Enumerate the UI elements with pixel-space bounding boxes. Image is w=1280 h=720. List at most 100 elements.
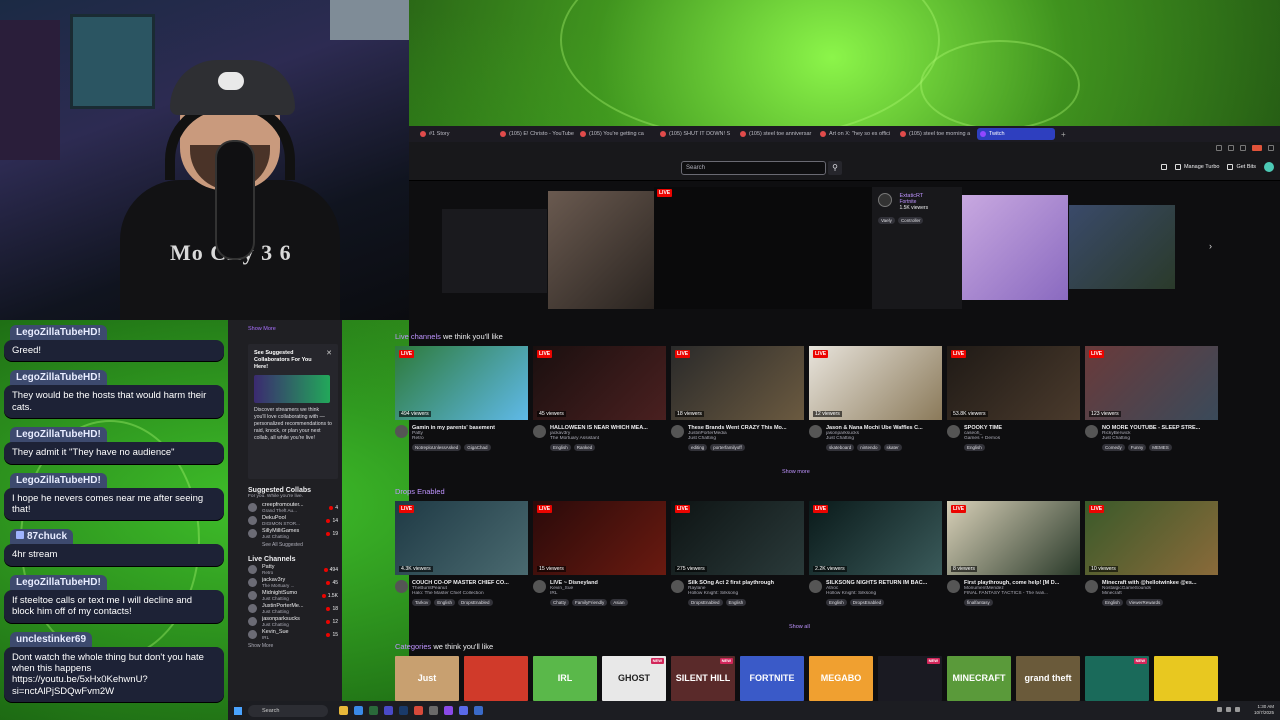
stream-tag[interactable]: GigaChad: [464, 444, 491, 451]
browser-tab[interactable]: (105) steel toe anniversar: [737, 128, 815, 140]
stream-card[interactable]: LIVE 45 viewers HALLOWEEN IS NEAR WHICH ME…: [533, 346, 666, 451]
channel-avatar[interactable]: [533, 425, 546, 438]
stream-tag[interactable]: porterfamilyoff: [710, 444, 745, 451]
browser-tab[interactable]: Art on X: "hey so es offici: [817, 128, 895, 140]
stream-card[interactable]: LIVE 2.2K viewers SILKSONG NIGHTS RETURN I…: [809, 501, 942, 606]
browser-tab[interactable]: (105) steel toe morning a: [897, 128, 975, 140]
browser-app-icon[interactable]: [354, 706, 363, 715]
game-name[interactable]: Just Chatting: [1102, 436, 1218, 441]
game-name[interactable]: Retro: [412, 436, 528, 441]
category-tile[interactable]: MEGABO: [809, 656, 873, 701]
carousel-tag[interactable]: Vaely: [878, 217, 895, 224]
menu-icon[interactable]: [1268, 145, 1274, 151]
category-tile[interactable]: NEW: [878, 656, 942, 701]
channel-avatar[interactable]: [947, 580, 960, 593]
channel-avatar[interactable]: [809, 425, 822, 438]
show-all-button[interactable]: Show all: [789, 624, 810, 630]
file-explorer-icon[interactable]: [339, 706, 348, 715]
app-icon[interactable]: [414, 706, 423, 715]
section-title-link[interactable]: Live channels: [395, 332, 441, 341]
stream-tag[interactable]: editing: [688, 444, 708, 451]
download-icon[interactable]: [1240, 145, 1246, 151]
game-name[interactable]: Hollow Knight: Silksong: [826, 591, 942, 596]
carousel-featured-player[interactable]: [654, 187, 872, 309]
category-tile[interactable]: SILENT HILL NEW: [671, 656, 735, 701]
category-tile[interactable]: [464, 656, 528, 701]
category-tile[interactable]: IRL: [533, 656, 597, 701]
carousel-item[interactable]: [1069, 205, 1175, 289]
carousel-item[interactable]: [548, 191, 654, 309]
stream-thumbnail[interactable]: LIVE 123 viewers: [1085, 346, 1218, 420]
sidebar-channel[interactable]: JustinPorterMe... Just Chatting 18: [228, 602, 342, 615]
tray-icon[interactable]: [1226, 707, 1231, 712]
channel-avatar[interactable]: [533, 580, 546, 593]
stream-tag[interactable]: Chatty: [550, 599, 570, 606]
stream-title[interactable]: SILKSONG NIGHTS RETURN IM BAC...: [826, 580, 942, 586]
stream-tag[interactable]: English: [964, 444, 985, 451]
app-icon[interactable]: [444, 706, 453, 715]
stream-tag[interactable]: skater: [883, 444, 902, 451]
browser-tab[interactable]: (105) You're getting ca: [577, 128, 655, 140]
category-tile[interactable]: FORTNITE: [740, 656, 804, 701]
chat-username[interactable]: LegoZillaTubeHD!: [10, 370, 107, 386]
browser-tab[interactable]: Twitch: [977, 128, 1055, 140]
chat-username[interactable]: LegoZillaTubeHD!: [10, 325, 107, 340]
stream-tag[interactable]: DropsEnabled: [458, 599, 493, 606]
see-all-suggested-link[interactable]: See All Suggested: [228, 540, 342, 548]
stream-tag[interactable]: DropsEnabled: [688, 599, 723, 606]
channel-avatar[interactable]: [878, 193, 892, 207]
stream-thumbnail[interactable]: LIVE 18 viewers: [671, 346, 804, 420]
app-icon[interactable]: [429, 706, 438, 715]
stream-tag[interactable]: NotreploUnlessAsked: [412, 444, 462, 451]
category-tile[interactable]: MINECRAFT: [947, 656, 1011, 701]
carousel-item[interactable]: [442, 209, 547, 293]
stream-thumbnail[interactable]: LIVE 8 viewers: [947, 501, 1080, 575]
stream-tag[interactable]: DropsEnabled: [849, 599, 885, 606]
channel-avatar[interactable]: [671, 580, 684, 593]
game-name[interactable]: Hollow Knight: Silksong: [688, 591, 804, 596]
carousel-item[interactable]: [962, 195, 1068, 300]
channel-avatar[interactable]: [1085, 580, 1098, 593]
chat-username[interactable]: LegoZillaTubeHD!: [10, 574, 107, 590]
stream-tag[interactable]: nintendo: [857, 444, 881, 451]
stream-card[interactable]: LIVE 10 viewers Minecraft with @hellotwink…: [1085, 501, 1218, 606]
channel-avatar[interactable]: [809, 580, 822, 593]
stream-tag[interactable]: English: [550, 444, 571, 451]
discord-icon[interactable]: [459, 706, 468, 715]
stream-tag[interactable]: English: [826, 599, 847, 606]
profile-icon[interactable]: [1252, 145, 1262, 151]
stream-card[interactable]: LIVE 53.8K viewers SPOOKY TIME caseoh_ Games…: [947, 346, 1080, 451]
channel-avatar[interactable]: [947, 425, 960, 438]
section-title-link[interactable]: Drops Enabled: [395, 487, 445, 496]
stream-tag[interactable]: MEMES: [1149, 444, 1172, 451]
channel-avatar[interactable]: [395, 580, 408, 593]
bookmark-icon[interactable]: [1228, 145, 1234, 151]
game-name[interactable]: The Mortuary Assistant: [550, 436, 666, 441]
stream-card[interactable]: LIVE 4.3K viewers COUCH CO-OP MASTER CHIEF…: [395, 501, 528, 606]
user-avatar[interactable]: [1264, 162, 1274, 172]
stream-thumbnail[interactable]: LIVE 2.2K viewers: [809, 501, 942, 575]
game-name[interactable]: Games + Demos: [964, 436, 1080, 441]
chat-username[interactable]: 87chuck: [10, 529, 74, 545]
stream-tag[interactable]: Asian: [610, 599, 628, 606]
browser-tab[interactable]: (105) E! Christo - YouTube: [497, 128, 575, 140]
sidebar-channel[interactable]: SillyMilliGames Just Chatting 19: [228, 527, 342, 540]
sidebar-channel[interactable]: Kevin_Sue IRL 15: [228, 628, 342, 641]
game-name[interactable]: IRL: [550, 591, 666, 596]
stream-thumbnail[interactable]: LIVE 45 viewers: [533, 346, 666, 420]
stream-card[interactable]: LIVE 123 viewers NO MORE YOUTUBE - SLEEP S…: [1085, 346, 1218, 451]
sidebar-channel[interactable]: MidnightSumo Just Chatting 1.5K: [228, 589, 342, 602]
stream-thumbnail[interactable]: LIVE 10 viewers: [1085, 501, 1218, 575]
taskbar-search[interactable]: Search: [248, 704, 328, 717]
get-bits-button[interactable]: Get Bits: [1227, 164, 1256, 170]
taskbar-clock[interactable]: 1:30 AM 10/7/2025: [1254, 704, 1274, 716]
app-icon[interactable]: [474, 706, 483, 715]
game-name[interactable]: Minecraft: [1102, 591, 1218, 596]
chat-username[interactable]: LegoZillaTubeHD!: [10, 427, 107, 443]
stream-tag[interactable]: Tarkov: [412, 599, 432, 606]
sidebar-channel[interactable]: creepfromouter... Grand Theft Au... 4: [228, 501, 342, 514]
stream-thumbnail[interactable]: LIVE 12 viewers: [809, 346, 942, 420]
channel-avatar[interactable]: [395, 425, 408, 438]
game-name[interactable]: Just Chatting: [688, 436, 804, 441]
stream-thumbnail[interactable]: LIVE 53.8K viewers: [947, 346, 1080, 420]
